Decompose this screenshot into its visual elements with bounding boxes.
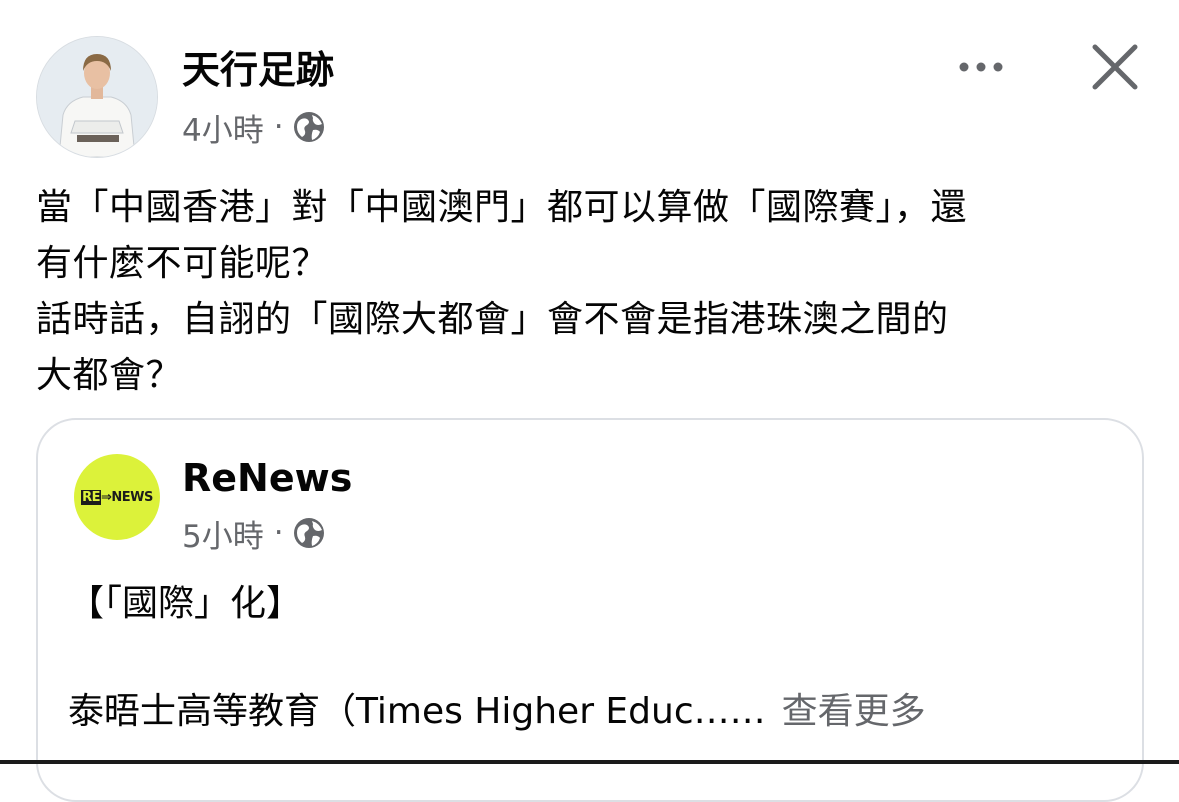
- shared-author-name[interactable]: ReNews: [182, 452, 352, 504]
- post-header: 天行足跡 4小時 ·: [0, 0, 1179, 170]
- post-body: 當「中國香港」對「中國澳門」都可以算做「國際賽」，還 有什麼不可能呢？ 話時話，…: [36, 180, 1146, 404]
- logo-arrow-icon: ⇒: [101, 489, 112, 505]
- close-button[interactable]: [1084, 36, 1146, 98]
- shared-post-body: 【「國際」化】 泰晤士高等教育（Times Higher Educ…… 查看更多: [68, 576, 1118, 740]
- shared-body-preview: 泰晤士高等教育（Times Higher Educ……: [68, 691, 766, 732]
- post-meta: 4小時 ·: [182, 105, 326, 150]
- globe-icon: [292, 516, 326, 550]
- author-avatar[interactable]: [36, 36, 158, 158]
- more-options-button[interactable]: [950, 46, 1012, 88]
- post-time[interactable]: 4小時: [182, 105, 264, 150]
- globe-icon: [292, 110, 326, 144]
- shared-headline: 【「國際」化】: [68, 583, 303, 624]
- shared-post-time[interactable]: 5小時: [182, 511, 264, 556]
- logo-suffix: NEWS: [111, 489, 153, 505]
- more-dots-icon: [959, 62, 1003, 72]
- renews-logo-avatar[interactable]: RE⇒NEWS: [74, 454, 160, 540]
- post-text-line: 大都會？: [36, 355, 183, 396]
- shared-preview-line: 泰晤士高等教育（Times Higher Educ…… 查看更多: [68, 684, 1118, 740]
- meta-separator: ·: [273, 515, 284, 551]
- author-name[interactable]: 天行足跡: [182, 44, 334, 96]
- avatar-portrait-icon: [37, 37, 157, 157]
- meta-separator: ·: [273, 109, 284, 145]
- see-more-link[interactable]: 查看更多: [782, 691, 926, 732]
- post-text-line: 當「中國香港」對「中國澳門」都可以算做「國際賽」，還: [36, 187, 968, 228]
- shared-post-card[interactable]: RE⇒NEWS ReNews 5小時 · 【「國際」化】 泰晤士高等教育（Tim…: [36, 418, 1144, 802]
- shared-post-meta: 5小時 ·: [182, 511, 326, 556]
- bottom-divider: [0, 760, 1179, 764]
- logo-prefix: RE: [81, 489, 101, 505]
- renews-logo: RE⇒NEWS: [81, 489, 153, 505]
- post-text-line: 有什麼不可能呢？: [36, 243, 329, 284]
- close-icon: [1092, 44, 1138, 90]
- post-text-line: 話時話，自詡的「國際大都會」會不會是指港珠澳之間的: [36, 299, 949, 340]
